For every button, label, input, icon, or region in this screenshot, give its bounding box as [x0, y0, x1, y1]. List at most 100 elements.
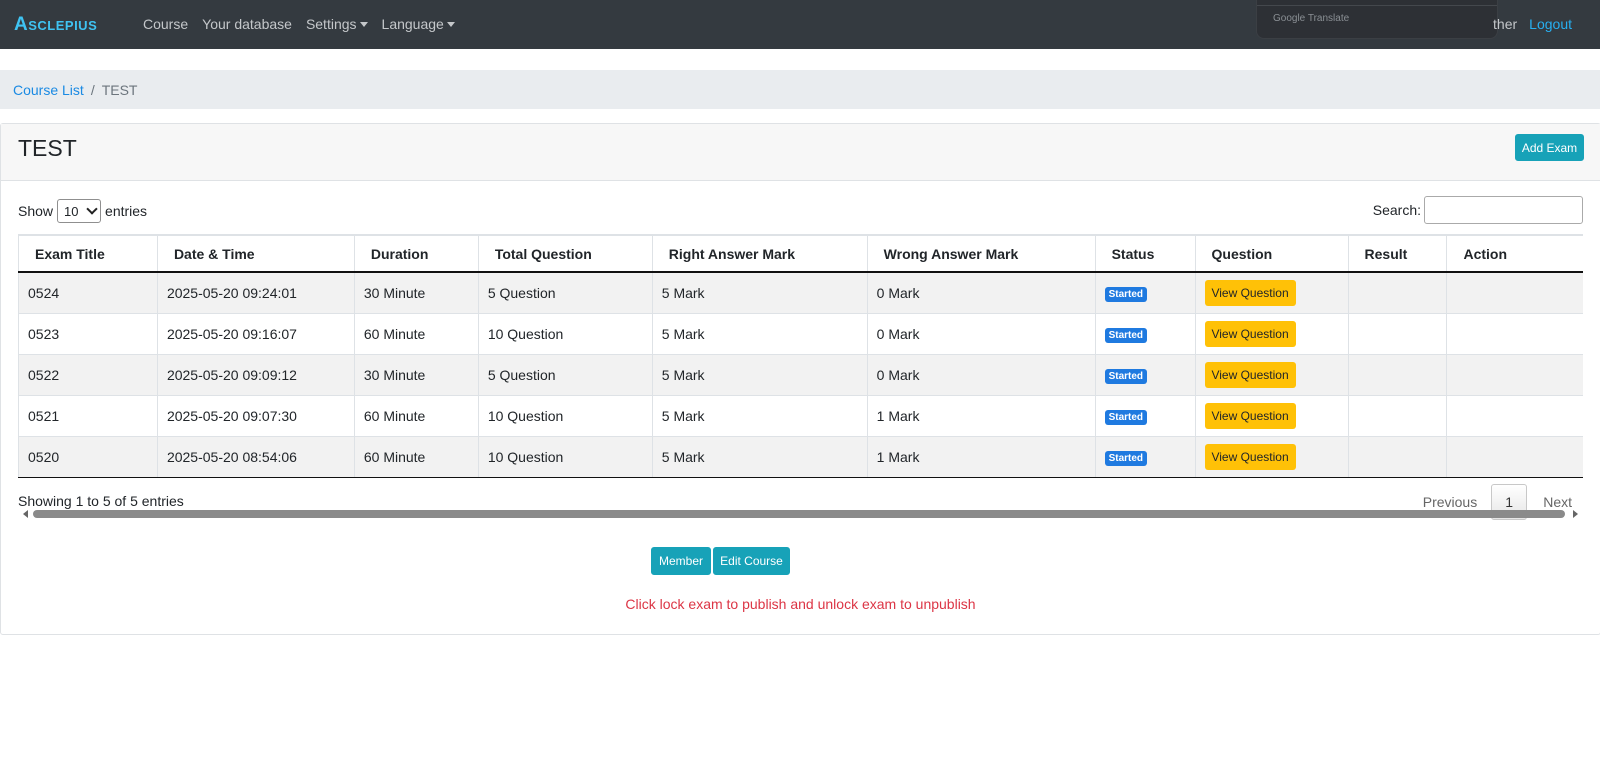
- show-label: Show: [18, 203, 54, 219]
- col-date-time[interactable]: Date & Time: [156, 234, 355, 273]
- view-question-button[interactable]: View Question: [1204, 361, 1296, 388]
- cell-action: [1446, 353, 1583, 396]
- table-info: Showing 1 to 5 of 5 entries: [18, 493, 184, 509]
- status-badge: Started: [1104, 368, 1148, 384]
- cell-right-mark: 5 Mark: [651, 271, 868, 314]
- cell-action: [1446, 271, 1583, 314]
- table-row: 0524 2025-05-20 09:24:01 30 Minute 5 Que…: [18, 271, 1583, 314]
- nav-your-database[interactable]: Your database: [202, 16, 292, 32]
- col-result[interactable]: Result: [1347, 234, 1448, 273]
- cell-exam-title: 0521: [18, 394, 158, 437]
- cell-wrong-mark: 1 Mark: [866, 394, 1096, 437]
- col-duration[interactable]: Duration: [353, 234, 479, 273]
- cell-date-time: 2025-05-20 09:09:12: [156, 353, 355, 396]
- scroll-left-icon[interactable]: [23, 510, 28, 518]
- cell-date-time: 2025-05-20 09:24:01: [156, 271, 355, 314]
- google-translate-label: Google Translate: [1273, 13, 1350, 24]
- breadcrumb: Course List / TEST: [0, 70, 1600, 109]
- cell-date-time: 2025-05-20 09:16:07: [156, 312, 355, 355]
- cell-action: [1446, 312, 1583, 355]
- cell-exam-title: 0520: [18, 435, 158, 478]
- cell-question: View Question: [1194, 312, 1349, 355]
- view-question-button[interactable]: View Question: [1204, 443, 1296, 470]
- nav-language-label: Language: [381, 16, 444, 32]
- status-badge: Started: [1104, 286, 1148, 302]
- search-label: Search:: [1372, 202, 1421, 218]
- col-status[interactable]: Status: [1094, 234, 1196, 273]
- view-question-button[interactable]: View Question: [1204, 320, 1296, 347]
- view-question-button[interactable]: View Question: [1204, 402, 1296, 429]
- cell-total-question: 10 Question: [477, 435, 653, 478]
- breadcrumb-course-list[interactable]: Course List: [13, 82, 84, 98]
- cell-total-question: 5 Question: [477, 271, 653, 314]
- cell-action: [1446, 435, 1583, 478]
- entries-label: entries: [105, 203, 148, 219]
- table-row: 0523 2025-05-20 09:16:07 60 Minute 10 Qu…: [18, 312, 1583, 355]
- nav-links: Course Your database Settings Language: [143, 16, 469, 32]
- card-header: TEST Add Exam: [1, 124, 1600, 181]
- publish-notice: Click lock exam to publish and unlock ex…: [625, 596, 976, 612]
- cell-status: Started: [1094, 353, 1196, 396]
- cell-right-mark: 5 Mark: [651, 353, 868, 396]
- caret-down-icon: [446, 22, 455, 27]
- table-row: 0521 2025-05-20 09:07:30 60 Minute 10 Qu…: [18, 394, 1583, 437]
- divider: [1257, 5, 1497, 6]
- member-button[interactable]: Member: [651, 547, 711, 575]
- cell-date-time: 2025-05-20 08:54:06: [156, 435, 355, 478]
- cell-question: View Question: [1194, 394, 1349, 437]
- cell-total-question: 10 Question: [477, 312, 653, 355]
- entries-select-value: 10: [64, 203, 79, 219]
- cell-right-mark: 5 Mark: [651, 312, 868, 355]
- col-question[interactable]: Question: [1194, 234, 1349, 273]
- search-input[interactable]: [1424, 196, 1583, 224]
- entries-select[interactable]: 10: [57, 199, 102, 223]
- scroll-right-icon[interactable]: [1573, 510, 1578, 518]
- cell-status: Started: [1094, 394, 1196, 437]
- col-action[interactable]: Action: [1446, 234, 1583, 273]
- horizontal-scrollbar[interactable]: [18, 508, 1583, 520]
- cell-result: [1347, 312, 1448, 355]
- add-exam-button[interactable]: Add Exam: [1515, 134, 1584, 161]
- view-question-button[interactable]: View Question: [1204, 279, 1296, 306]
- cell-date-time: 2025-05-20 09:07:30: [156, 394, 355, 437]
- cell-status: Started: [1094, 312, 1196, 355]
- table-row: 0520 2025-05-20 08:54:06 60 Minute 10 Qu…: [18, 435, 1583, 478]
- col-exam-title[interactable]: Exam Title: [18, 234, 158, 273]
- table-row: 0522 2025-05-20 09:09:12 30 Minute 5 Que…: [18, 353, 1583, 396]
- chevron-down-icon: [86, 203, 98, 215]
- breadcrumb-current: TEST: [101, 82, 138, 98]
- cell-question: View Question: [1194, 271, 1349, 314]
- nav-course[interactable]: Course: [143, 16, 188, 32]
- col-right-answer-mark[interactable]: Right Answer Mark: [651, 234, 868, 273]
- cell-right-mark: 5 Mark: [651, 394, 868, 437]
- google-translate-panel[interactable]: Google Translate: [1256, 0, 1498, 39]
- cell-duration: 30 Minute: [353, 353, 479, 396]
- cell-right-mark: 5 Mark: [651, 435, 868, 478]
- nav-settings-dropdown[interactable]: Settings: [306, 16, 368, 32]
- brand-logo[interactable]: Asclepius: [14, 14, 97, 36]
- nav-teacher-link[interactable]: ther: [1493, 16, 1517, 32]
- table-header-row: Exam Title Date & Time Duration Total Qu…: [18, 234, 1583, 273]
- status-badge: Started: [1104, 450, 1148, 466]
- course-card: TEST Add Exam Show 10 entries Search: Ex…: [0, 123, 1600, 635]
- cell-wrong-mark: 0 Mark: [866, 312, 1096, 355]
- edit-course-button[interactable]: Edit Course: [713, 547, 790, 575]
- caret-down-icon: [359, 22, 368, 27]
- nav-right: ther Logout: [1493, 16, 1572, 32]
- logout-link[interactable]: Logout: [1529, 16, 1572, 32]
- col-total-question[interactable]: Total Question: [477, 234, 653, 273]
- col-wrong-answer-mark[interactable]: Wrong Answer Mark: [866, 234, 1096, 273]
- cell-result: [1347, 394, 1448, 437]
- scrollbar-thumb[interactable]: [33, 510, 1565, 518]
- cell-result: [1347, 271, 1448, 314]
- cell-total-question: 5 Question: [477, 353, 653, 396]
- nav-settings-label: Settings: [305, 16, 357, 32]
- cell-wrong-mark: 0 Mark: [866, 271, 1096, 314]
- cell-question: View Question: [1194, 353, 1349, 396]
- top-navbar: Asclepius Course Your database Settings …: [0, 0, 1600, 49]
- cell-status: Started: [1094, 435, 1196, 478]
- cell-wrong-mark: 1 Mark: [866, 435, 1096, 478]
- nav-language-dropdown[interactable]: Language: [382, 16, 455, 32]
- status-badge: Started: [1104, 409, 1148, 425]
- cell-duration: 60 Minute: [353, 394, 479, 437]
